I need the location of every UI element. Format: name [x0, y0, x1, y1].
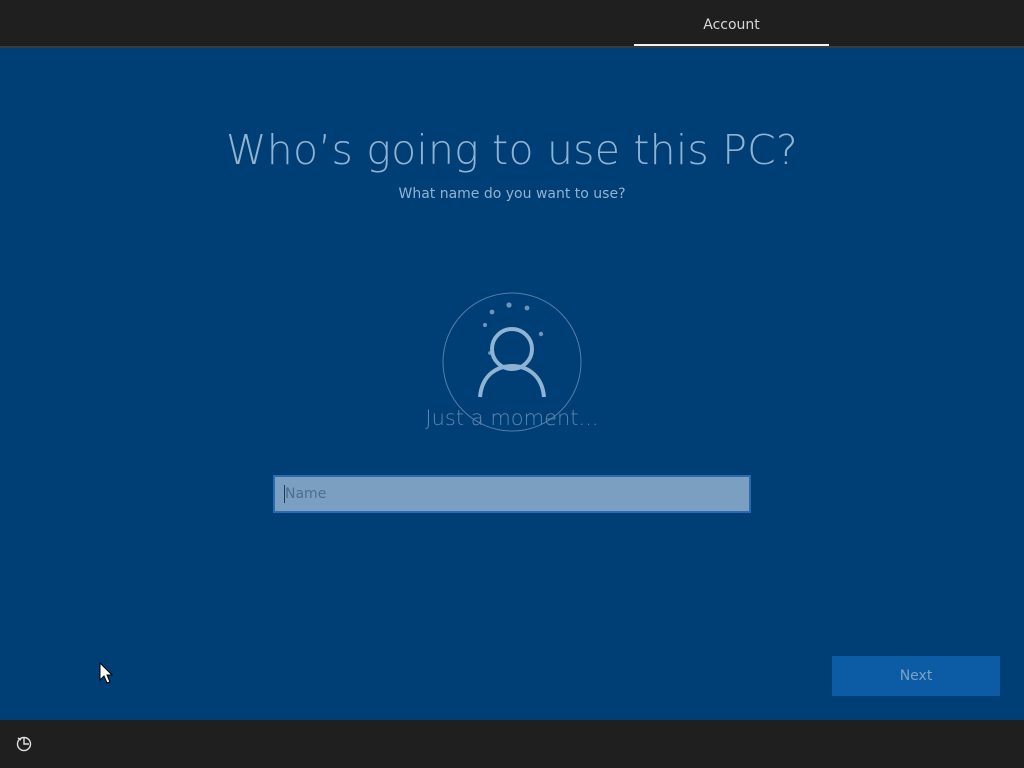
mouse-pointer-icon [99, 662, 113, 684]
page-subtitle: What name do you want to use? [398, 186, 626, 202]
name-input[interactable] [273, 475, 751, 513]
next-button[interactable]: Next [832, 656, 1000, 696]
main-content: Who’s going to use this PC? What name do… [0, 48, 1024, 720]
top-bar: Account [0, 0, 1024, 48]
text-caret [284, 485, 285, 503]
ease-of-access-icon[interactable] [14, 734, 34, 754]
tab-account[interactable]: Account [634, 0, 829, 46]
loading-text: Just a moment... [425, 406, 599, 430]
oobe-window: Account Who’s going to use this PC? What… [0, 0, 1024, 768]
bottom-bar [0, 720, 1024, 768]
page-title: Who’s going to use this PC? [226, 126, 798, 174]
